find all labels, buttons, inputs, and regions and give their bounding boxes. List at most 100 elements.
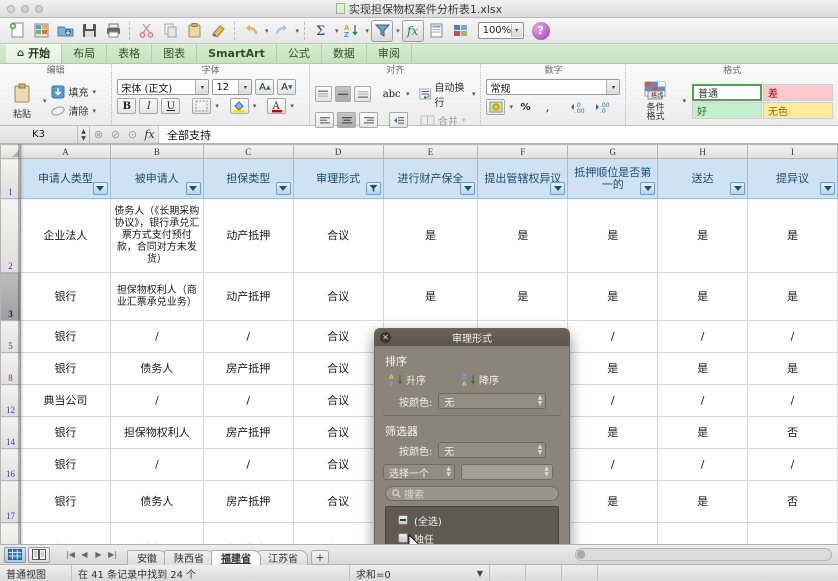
last-sheet-icon[interactable]: ▶| xyxy=(106,550,119,559)
cell-d2[interactable]: 合议 xyxy=(293,199,383,273)
sheet-tab-江苏省[interactable]: 江苏省 xyxy=(258,550,308,565)
comma-button[interactable]: , xyxy=(538,99,557,115)
cell-styles-gallery[interactable]: 普通 差 好 无色 xyxy=(692,84,833,119)
autosum-icon[interactable]: Σ xyxy=(310,20,332,42)
wrap-text-button[interactable]: 自动换行 ▾ xyxy=(419,79,475,109)
status-sum[interactable]: 求和=0 ▼ xyxy=(350,565,490,581)
cell-a5[interactable]: 银行 xyxy=(21,321,111,353)
wrap-caret[interactable]: ▾ xyxy=(472,90,476,98)
criteria-type-select[interactable]: 选择一个 ▲▼ xyxy=(383,464,455,480)
filter-button-g[interactable] xyxy=(640,182,655,195)
formula-history-icon[interactable]: ⊙ xyxy=(124,128,141,141)
cell-a17[interactable]: 银行 xyxy=(21,481,111,523)
tab-布局[interactable]: 布局 xyxy=(62,43,107,63)
cell-d17[interactable]: 合议 xyxy=(293,481,383,523)
cell-d18[interactable]: 合议 xyxy=(293,523,383,545)
cell-d3[interactable]: 合议 xyxy=(293,273,383,321)
zoom-level-input[interactable]: 100% ▾ xyxy=(478,22,524,39)
style-普通[interactable]: 普通 xyxy=(692,84,762,101)
column-header-d[interactable]: D xyxy=(293,145,383,159)
number-format-caret[interactable]: ▾ xyxy=(606,80,619,94)
tab-smartart[interactable]: SmartArt xyxy=(197,43,277,63)
add-sheet-button[interactable]: + xyxy=(311,550,329,565)
row-header-14[interactable]: 14 xyxy=(1,417,21,449)
paste-button[interactable]: 粘贴 xyxy=(5,82,39,120)
cell-b17[interactable]: 债务人 xyxy=(110,481,203,523)
underline-button[interactable]: U xyxy=(161,98,180,114)
sort-ascending-button[interactable]: AZ 升序 xyxy=(389,372,426,387)
row-header-18[interactable]: 18 xyxy=(1,523,21,545)
orientation-button[interactable]: abc xyxy=(381,86,402,102)
column-header-g[interactable]: G xyxy=(568,145,658,159)
cell-e2[interactable]: 是 xyxy=(383,199,478,273)
cell-b18[interactable]: 债务人 xyxy=(110,523,203,545)
cell-b12[interactable]: / xyxy=(110,385,203,417)
font-size-input[interactable]: 12 ▾ xyxy=(212,79,252,95)
cell-b5[interactable]: / xyxy=(110,321,203,353)
cell-b3[interactable]: 担保物权利人（商业汇票承兑业务） xyxy=(110,273,203,321)
redo-icon[interactable] xyxy=(271,20,293,42)
sheet-tab-陕西省[interactable]: 陕西省 xyxy=(164,550,214,565)
cell-g5[interactable]: / xyxy=(568,321,658,353)
cell-g17[interactable]: 是 xyxy=(568,481,658,523)
paste-icon[interactable] xyxy=(183,20,205,42)
cell-i14[interactable]: 否 xyxy=(748,417,838,449)
cell-b2[interactable]: 债务人（《长期采购协议》，银行承兑汇票方式支付预付款，合同对方未发货） xyxy=(110,199,203,273)
row-header-12[interactable]: 12 xyxy=(1,385,21,417)
cell-h8[interactable]: 是 xyxy=(658,353,748,385)
cell-h5[interactable]: / xyxy=(658,321,748,353)
cell-i3[interactable]: 是 xyxy=(748,273,838,321)
undo-icon[interactable] xyxy=(240,20,262,42)
bold-button[interactable]: B xyxy=(117,98,136,114)
row-header-16[interactable]: 16 xyxy=(1,449,21,481)
cell-i16[interactable]: / xyxy=(748,449,838,481)
align-middle-button[interactable] xyxy=(335,86,352,102)
cell-a12[interactable]: 典当公司 xyxy=(21,385,111,417)
filter-option-select-all[interactable]: (全选) xyxy=(386,511,558,529)
clear-dropdown-caret[interactable]: ▾ xyxy=(93,107,97,115)
gallery-icon[interactable] xyxy=(450,20,472,42)
cell-h17[interactable]: 是 xyxy=(658,481,748,523)
cell-e3[interactable]: 是 xyxy=(383,273,478,321)
row-header-1[interactable]: 1 xyxy=(1,159,21,199)
normal-view-icon[interactable] xyxy=(4,547,26,563)
cell-b14[interactable]: 担保物权利人 xyxy=(110,417,203,449)
cell-h3[interactable]: 是 xyxy=(658,273,748,321)
cell-i8[interactable]: 是 xyxy=(748,353,838,385)
formula-input[interactable]: 全部支持 xyxy=(158,126,838,143)
redo-dropdown-caret[interactable]: ▾ xyxy=(296,27,300,35)
sort-descending-button[interactable]: ZA 降序 xyxy=(462,372,499,387)
sheet-tab-安徽[interactable]: 安徽 xyxy=(127,550,167,565)
column-header-a[interactable]: A xyxy=(21,145,111,159)
column-header-h[interactable]: H xyxy=(658,145,748,159)
cell-f3[interactable]: 是 xyxy=(478,273,568,321)
search-input[interactable]: 搜索 xyxy=(385,486,559,501)
font-name-caret[interactable]: ▾ xyxy=(195,80,208,94)
cell-c16[interactable]: / xyxy=(203,449,293,481)
save-icon[interactable] xyxy=(78,20,100,42)
font-color-button[interactable]: A xyxy=(267,98,286,114)
grow-font-button[interactable]: A▲ xyxy=(255,79,274,95)
copy-icon[interactable] xyxy=(159,20,181,42)
cell-a2[interactable]: 企业法人 xyxy=(21,199,111,273)
shrink-font-button[interactable]: A▼ xyxy=(277,79,296,95)
function-icon[interactable]: fx xyxy=(402,20,424,42)
tab-公式[interactable]: 公式 xyxy=(277,43,322,63)
spreadsheet-grid[interactable]: A B C D E F G H I 1 申请人类型 被申请人 xyxy=(0,144,838,544)
cell-c14[interactable]: 房产抵押 xyxy=(203,417,293,449)
stepper-icon[interactable]: ▲▼ xyxy=(544,466,549,478)
conditional-format-caret[interactable]: ▾ xyxy=(682,97,686,105)
font-color-caret[interactable]: ▾ xyxy=(290,102,294,110)
fill-button[interactable]: 填充 ▾ xyxy=(50,84,97,100)
cell-i5[interactable]: / xyxy=(748,321,838,353)
cell-i17[interactable]: 否 xyxy=(748,481,838,523)
row-header-17[interactable]: 17 xyxy=(1,481,21,523)
cell-h12[interactable]: / xyxy=(658,385,748,417)
style-差[interactable]: 差 xyxy=(763,84,833,101)
style-好[interactable]: 好 xyxy=(692,102,762,119)
filter-popup[interactable]: ✕ 审理形式 排序 AZ 升序 ZA 降序 按颜色 xyxy=(374,328,570,544)
cell-h16[interactable]: / xyxy=(658,449,748,481)
accept-icon[interactable]: ⊘ xyxy=(107,128,124,141)
filter-icon[interactable] xyxy=(371,20,393,42)
cell-b8[interactable]: 债务人 xyxy=(110,353,203,385)
